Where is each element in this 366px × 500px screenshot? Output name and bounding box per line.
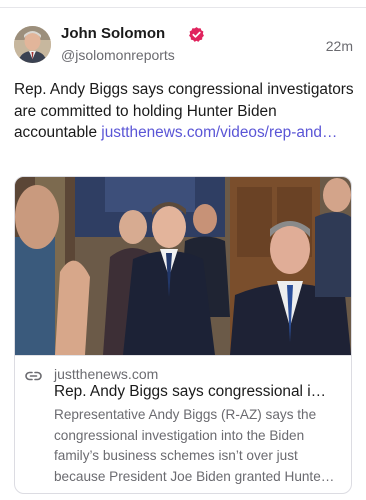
link-icon <box>25 369 42 381</box>
top-divider <box>0 0 366 8</box>
card-domain: justthenews.com <box>54 366 159 382</box>
card-body[interactable]: justthenews.com Rep. Andy Biggs says con… <box>15 355 351 493</box>
link-preview-card[interactable]: justthenews.com Rep. Andy Biggs says con… <box>14 176 352 494</box>
card-title[interactable]: Rep. Andy Biggs says congressional i… <box>54 383 344 401</box>
card-description: Representative Andy Biggs (R-AZ) says th… <box>54 407 335 484</box>
author-name[interactable]: John Solomon <box>61 25 165 42</box>
post-text: Rep. Andy Biggs says congressional inves… <box>14 79 354 144</box>
post-timestamp[interactable]: 22m <box>326 38 353 54</box>
author-handle[interactable]: @jsolomonreports <box>61 47 175 63</box>
avatar[interactable] <box>14 26 51 63</box>
card-image[interactable] <box>15 177 351 355</box>
post-header: John Solomon @jsolomonreports 22m <box>14 25 354 66</box>
post-link[interactable]: justthenews.com/videos/rep-and… <box>101 124 337 141</box>
verified-badge-icon <box>188 26 205 43</box>
